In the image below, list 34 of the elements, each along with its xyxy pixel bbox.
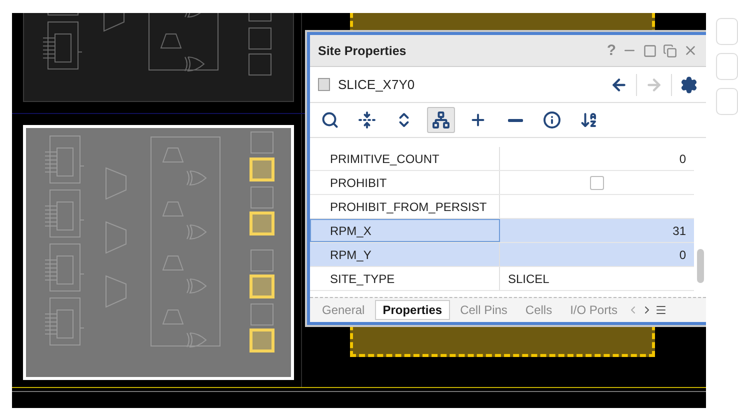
maximize-icon[interactable] xyxy=(643,44,657,58)
property-row[interactable]: PROHIBIT xyxy=(310,171,694,195)
minus-icon xyxy=(508,118,522,122)
search-icon xyxy=(321,111,339,129)
window-title: Site Properties xyxy=(318,44,408,58)
checkbox[interactable] xyxy=(590,176,604,190)
settings-icon[interactable] xyxy=(680,76,698,94)
property-value: 31 xyxy=(672,222,687,240)
sort-icon xyxy=(580,111,598,129)
tree-button[interactable] xyxy=(427,107,455,133)
property-name: RPM_X xyxy=(310,219,500,242)
property-value: SLICEL xyxy=(507,270,550,288)
property-name: RPM_Y xyxy=(310,243,500,266)
property-name: SITE_TYPE xyxy=(310,267,500,290)
property-value: 0 xyxy=(678,150,687,168)
property-name: PROHIBIT_FROM_PERSIST xyxy=(310,195,500,218)
property-name: PROHIBIT xyxy=(310,171,500,194)
menu-icon[interactable] xyxy=(655,304,668,316)
float-icon[interactable] xyxy=(663,44,677,58)
close-icon[interactable] xyxy=(683,43,698,58)
property-row[interactable]: RPM_Y 0 xyxy=(310,243,694,267)
property-value: 0 xyxy=(678,246,687,264)
site-icon xyxy=(318,78,330,91)
tree-icon xyxy=(432,111,450,129)
object-name: SLICE_X7Y0 xyxy=(338,77,416,92)
property-row[interactable]: PRIMITIVE_COUNT 0 xyxy=(310,147,694,171)
tab[interactable]: Properties xyxy=(374,300,450,320)
property-name: PRIMITIVE_COUNT xyxy=(310,147,500,170)
property-row[interactable]: SITE_TYPE SLICEL xyxy=(310,267,694,291)
collapse-icon xyxy=(358,111,376,129)
info-icon xyxy=(543,111,561,129)
property-row[interactable]: RPM_X 31 xyxy=(310,219,694,243)
plus-icon xyxy=(469,111,487,129)
property-row[interactable]: PROHIBIT_FROM_PERSIST xyxy=(310,195,694,219)
